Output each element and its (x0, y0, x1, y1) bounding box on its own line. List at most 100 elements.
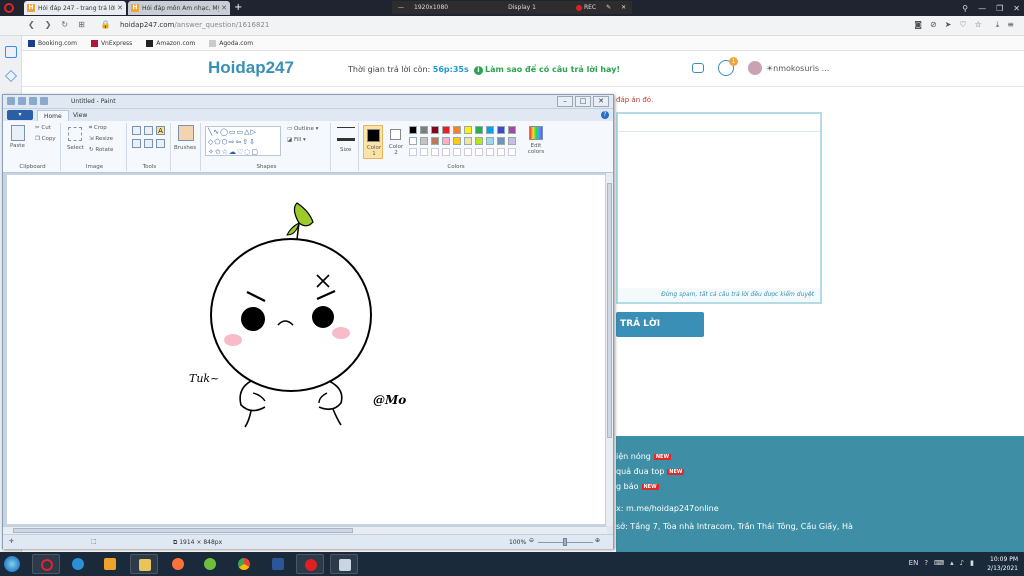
tab-hoidap-music[interactable]: H Hỏi đáp môn Âm nhạc, Mỹ ✕ (128, 1, 230, 15)
palette-swatch-empty[interactable] (486, 148, 494, 156)
recorder-display[interactable]: Display 1 (508, 4, 536, 11)
cut-button[interactable]: ✂ Cut (35, 125, 51, 131)
pencil-icon[interactable] (132, 126, 141, 135)
palette-swatch[interactable] (464, 126, 472, 134)
edit-colors-icon[interactable] (529, 126, 543, 140)
palette-swatch-empty[interactable] (497, 148, 505, 156)
taskbar-paint[interactable] (330, 554, 358, 574)
back-icon[interactable]: ❮ (28, 20, 35, 29)
scroll-thumb[interactable] (13, 528, 353, 533)
fill-dropdown[interactable]: ◪ Fill ▾ (287, 137, 306, 143)
tray-expand-icon[interactable]: ▴ (950, 559, 954, 567)
help-tray-icon[interactable]: ? (924, 559, 928, 567)
adblock-icon[interactable]: ⊘ (930, 20, 937, 30)
close-icon[interactable]: ✕ (117, 4, 123, 12)
palette-swatch[interactable] (475, 126, 483, 134)
size-icon[interactable] (337, 127, 355, 141)
palette-swatch[interactable] (409, 137, 417, 145)
rotate-button[interactable]: ↻ Rotate (89, 147, 113, 153)
palette-swatch-empty[interactable] (464, 148, 472, 156)
network-icon[interactable]: ▮ (970, 559, 974, 567)
palette-swatch[interactable] (497, 137, 505, 145)
palette-swatch-empty[interactable] (475, 148, 483, 156)
palette-swatch[interactable] (453, 126, 461, 134)
clock[interactable]: 10:09 PM 2/13/2021 (987, 555, 1018, 573)
paint-app-icon[interactable] (7, 97, 15, 105)
tabs-grid-icon[interactable]: ⊞ (78, 20, 85, 29)
heart-icon[interactable]: ♡ (959, 20, 966, 30)
footer-report-link[interactable]: g báo NEW (616, 482, 659, 491)
size-label[interactable]: Size (340, 147, 351, 153)
close-icon[interactable]: ✕ (221, 4, 227, 12)
brushes-label[interactable]: Brushes (174, 145, 196, 151)
maximize-icon[interactable]: □ (575, 96, 591, 107)
zoom-slider-knob[interactable] (563, 538, 567, 546)
palette-swatch[interactable] (431, 137, 439, 145)
palette-swatch[interactable] (453, 137, 461, 145)
file-menu-button[interactable]: ▾ (7, 110, 33, 120)
minimize-icon[interactable]: — (978, 4, 986, 13)
shape-gallery[interactable]: ╲∿◯▭▭△▷ ◇⬠⬡⇨⇦⇧⇩ ✧✩☆☁♡◌▢ (205, 126, 281, 156)
palette-swatch[interactable] (442, 137, 450, 145)
color1-button[interactable]: Color 1 (363, 125, 383, 159)
brush-icon[interactable] (178, 125, 194, 141)
palette-swatch-empty[interactable] (420, 148, 428, 156)
taskbar-chrome[interactable] (230, 554, 258, 574)
taskbar-opera[interactable] (32, 554, 60, 574)
bookmark-agoda[interactable]: Agoda.com (209, 39, 253, 47)
color2-button[interactable]: Color 2 (387, 125, 405, 159)
pin-icon[interactable]: ⚲ (962, 4, 968, 13)
paste-label[interactable]: Paste (10, 143, 25, 149)
minimize-icon[interactable]: – (557, 96, 573, 107)
footer-race-link[interactable]: quả đua top NEW (616, 467, 685, 476)
taskbar-app[interactable] (196, 554, 224, 574)
bookmark-booking[interactable]: Booking.com (28, 39, 77, 47)
taskbar-word[interactable] (264, 554, 292, 574)
submit-answer-button[interactable]: TRẢ LỜI (616, 312, 704, 337)
palette-swatch-empty[interactable] (453, 148, 461, 156)
tab-hoidap-answer[interactable]: H Hỏi đáp 247 - trang trả lời ✕ (24, 1, 126, 15)
taskbar-media[interactable] (96, 554, 124, 574)
palette-swatch[interactable] (508, 126, 516, 134)
redo-icon[interactable] (40, 97, 48, 105)
fill-bucket-icon[interactable] (144, 126, 153, 135)
taskbar-recorder[interactable] (296, 554, 324, 574)
palette-swatch[interactable] (486, 126, 494, 134)
opera-logo-icon[interactable] (4, 3, 14, 13)
resize-button[interactable]: ⇲ Resize (89, 136, 113, 142)
palette-swatch[interactable] (409, 126, 417, 134)
copy-button[interactable]: ❐ Copy (35, 136, 56, 142)
messenger-icon[interactable] (5, 46, 17, 58)
bookmark-amazon[interactable]: Amazon.com (146, 39, 195, 47)
palette-swatch-empty[interactable] (508, 148, 516, 156)
taskbar-explorer[interactable] (130, 554, 158, 574)
camera-icon[interactable]: ◙ (914, 20, 922, 30)
speed-dial-icon[interactable] (5, 70, 17, 82)
chat-icon[interactable] (692, 63, 704, 73)
crop-button[interactable]: ⌗ Crop (89, 125, 107, 132)
maximize-icon[interactable]: ❐ (996, 4, 1003, 13)
download-icon[interactable]: ⤓ (996, 20, 1000, 30)
palette-swatch[interactable] (431, 126, 439, 134)
palette-swatch[interactable] (420, 137, 428, 145)
howto-link[interactable]: i Làm sao để có câu trả lời hay! (474, 65, 620, 75)
color-picker-icon[interactable] (144, 139, 153, 148)
palette-swatch[interactable] (420, 126, 428, 134)
eraser-icon[interactable] (132, 139, 141, 148)
send-icon[interactable]: ➤ (945, 20, 952, 30)
lang-indicator[interactable]: EN (909, 559, 919, 567)
url-field[interactable]: hoidap247.com/answer_question/1616821 (120, 21, 269, 29)
palette-swatch[interactable] (508, 137, 516, 145)
paste-icon[interactable] (11, 125, 25, 141)
record-button[interactable]: REC (575, 4, 596, 11)
footer-hot-link[interactable]: iện nóng NEW (616, 452, 671, 461)
palette-swatch-empty[interactable] (442, 148, 450, 156)
zoom-in-button[interactable]: ⊕ (595, 537, 600, 544)
palette-swatch-empty[interactable] (431, 148, 439, 156)
palette-swatch[interactable] (497, 126, 505, 134)
close-icon[interactable]: ✕ (593, 96, 609, 107)
vertical-scrollbar[interactable] (605, 173, 613, 526)
taskbar-firefox[interactable] (164, 554, 192, 574)
reload-icon[interactable]: ↻ (61, 20, 68, 29)
palette-swatch[interactable] (464, 137, 472, 145)
